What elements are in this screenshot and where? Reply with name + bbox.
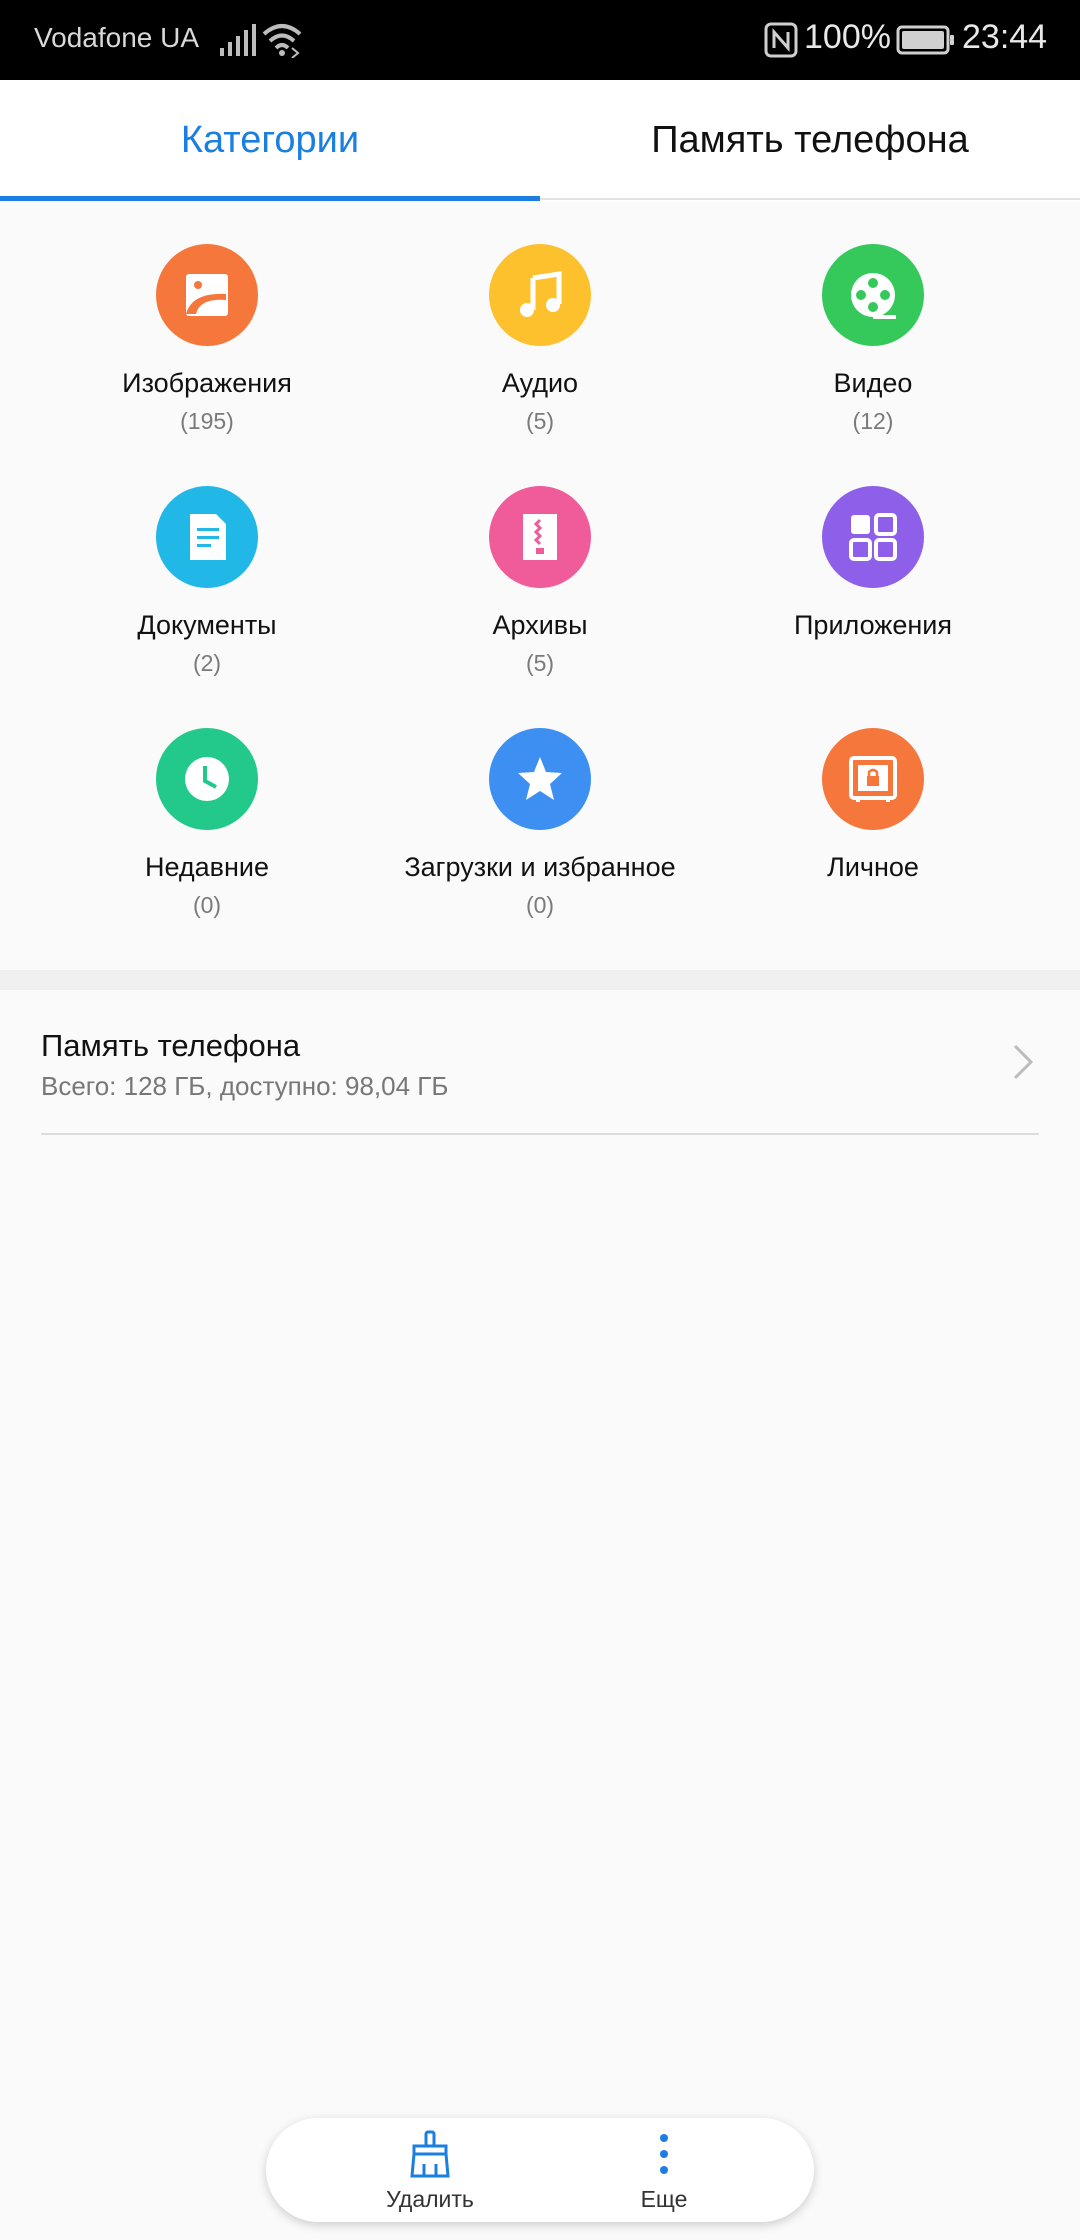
image-icon [156,244,258,346]
category-recent[interactable]: Недавние (0) [41,686,373,918]
category-downloads-favorites[interactable]: Загрузки и избранное (0) [374,686,706,918]
category-count: (195) [180,408,234,434]
film-reel-icon [822,244,924,346]
category-private[interactable]: Личное [707,686,1039,916]
archive-icon [489,486,591,588]
storage-summary: Всего: 128 ГБ, доступно: 98,04 ГБ [41,1071,449,1101]
category-count: (2) [192,650,222,676]
category-count: (5) [525,408,555,434]
star-icon [489,728,591,830]
tab-divider [540,198,1080,200]
category-grid: Изображения (195) Аудио (5) Видео (12) Д… [0,202,1080,970]
tab-bar: Категории Память телефона [0,80,1080,202]
category-count: (0) [192,892,222,918]
nfc-icon [764,22,798,58]
category-label: Аудио [501,368,579,398]
clock-icon [156,728,258,830]
category-documents[interactable]: Документы (2) [41,444,373,676]
category-label: Документы [137,610,277,640]
delete-button[interactable]: Удалить [330,2118,530,2222]
more-button[interactable]: Еще [564,2118,764,2222]
bottom-action-bar: Удалить Еще [266,2118,814,2222]
more-vertical-icon [660,2134,668,2174]
category-label: Видео [833,368,913,398]
broom-icon [410,2130,450,2178]
document-icon [156,486,258,588]
carrier-name: Vodafone UA [34,22,200,53]
chevron-right-icon [1013,1044,1034,1080]
category-apps[interactable]: Приложения [707,444,1039,674]
tab-phone-storage[interactable]: Память телефона [540,80,1080,200]
phone-storage-item[interactable]: Память телефона Всего: 128 ГБ, доступно:… [0,990,1080,1135]
category-images[interactable]: Изображения (195) [41,202,373,434]
category-count: (12) [852,408,894,434]
safe-lock-icon [822,728,924,830]
section-divider [0,970,1080,990]
battery-percent: 100% [804,18,891,56]
category-label: Недавние [144,852,270,882]
delete-label: Удалить [386,2186,474,2212]
signal-icon [220,24,256,56]
more-label: Еще [640,2186,688,2212]
clock: 23:44 [962,18,1048,56]
battery-icon [896,25,954,55]
music-note-icon [489,244,591,346]
category-label: Личное [827,852,919,882]
wifi-icon [262,24,302,58]
category-label: Загрузки и избранное [404,852,676,882]
category-count: (5) [525,650,555,676]
storage-title: Память телефона [41,1028,301,1063]
category-label: Приложения [794,610,952,640]
category-audio[interactable]: Аудио (5) [374,202,706,434]
status-bar: Vodafone UA 100% 23:44 [0,0,1080,80]
active-tab-indicator [0,196,540,201]
category-count: (0) [525,892,555,918]
list-divider [41,1133,1039,1135]
tab-categories[interactable]: Категории [0,80,540,200]
category-archives[interactable]: Архивы (5) [374,444,706,676]
category-video[interactable]: Видео (12) [707,202,1039,434]
category-label: Изображения [122,368,292,398]
category-label: Архивы [492,610,588,640]
apps-grid-icon [822,486,924,588]
